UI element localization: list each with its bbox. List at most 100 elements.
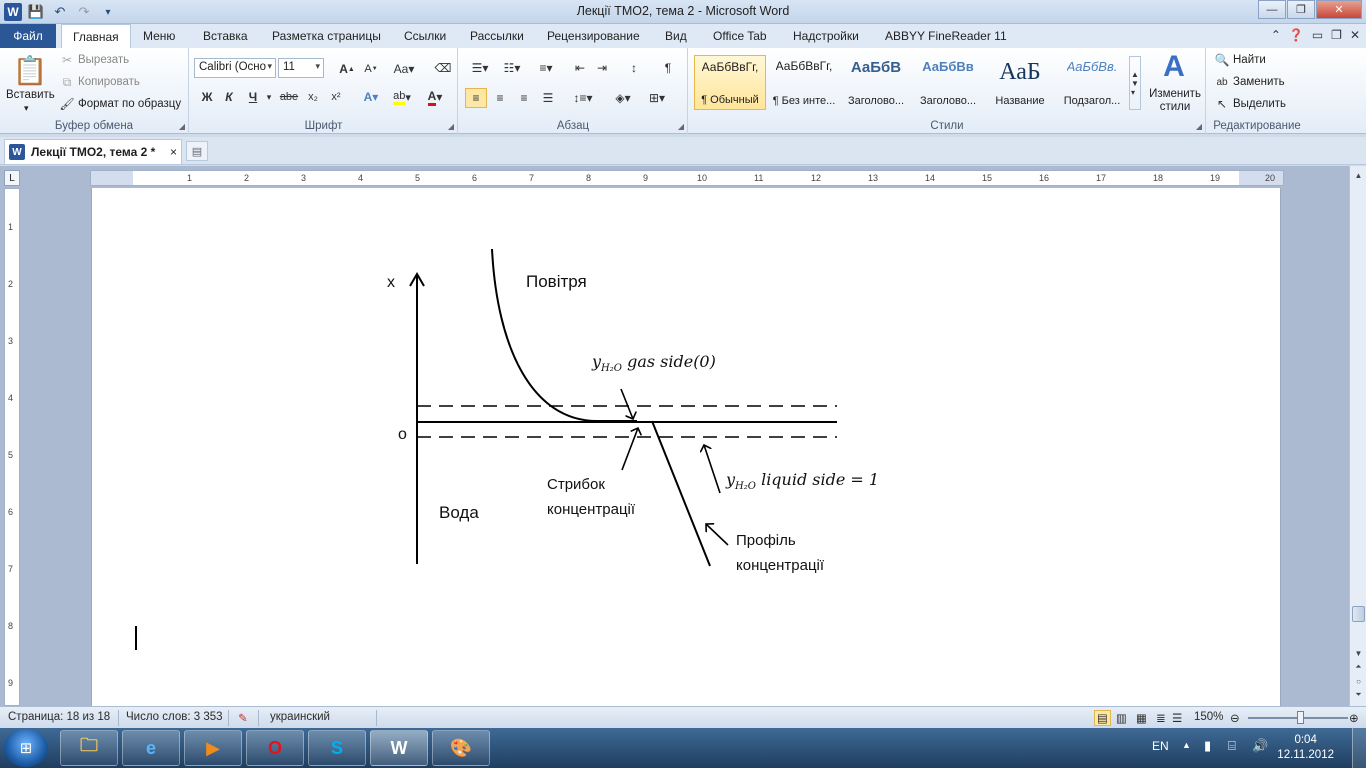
scroll-down-icon[interactable]: ▼ bbox=[1351, 646, 1366, 660]
find-button[interactable]: Найти bbox=[1233, 54, 1266, 66]
underline-dropdown-icon[interactable]: ▾ bbox=[264, 88, 274, 106]
tab-review[interactable]: Рецензирование bbox=[547, 24, 640, 48]
horizontal-ruler[interactable]: 1 2 3 4 5 6 7 8 9 10 11 12 13 14 15 16 1… bbox=[90, 170, 1284, 186]
paragraph-launcher-icon[interactable]: ◢ bbox=[678, 122, 684, 131]
paste-dropdown-icon[interactable]: ▾ bbox=[24, 103, 29, 114]
language-bar[interactable]: EN bbox=[1152, 739, 1169, 753]
spell-check-icon[interactable]: ✎ bbox=[238, 711, 248, 725]
tab-menu[interactable]: Меню bbox=[143, 24, 175, 48]
align-left-icon[interactable]: ≡ bbox=[465, 88, 487, 108]
tray-device-icon[interactable]: ▮ bbox=[1204, 738, 1211, 754]
highlight-icon[interactable]: ab ▾ bbox=[388, 88, 416, 106]
skype-icon[interactable]: S bbox=[308, 730, 366, 766]
bold-button[interactable]: Ж bbox=[198, 88, 216, 106]
paste-icon[interactable]: 📋 bbox=[13, 52, 48, 88]
grow-font-icon[interactable]: A ▲ bbox=[338, 60, 356, 78]
bullets-icon[interactable]: ☰▾ bbox=[467, 59, 493, 77]
tab-file[interactable]: Файл bbox=[0, 24, 56, 48]
justify-icon[interactable]: ☰ bbox=[537, 88, 559, 108]
align-center-icon[interactable]: ≡ bbox=[489, 88, 511, 108]
strikethrough-button[interactable]: abe bbox=[278, 88, 300, 106]
explorer-icon[interactable]: 🗀 bbox=[60, 730, 118, 766]
increase-indent-icon[interactable]: ⇥ bbox=[593, 59, 611, 77]
media-player-icon[interactable]: ▶ bbox=[184, 730, 242, 766]
minimize-button[interactable]: — bbox=[1258, 0, 1286, 19]
next-page-icon[interactable]: ⏷ bbox=[1351, 688, 1366, 702]
word-icon[interactable]: W bbox=[370, 730, 428, 766]
opera-icon[interactable]: O bbox=[246, 730, 304, 766]
language-indicator[interactable]: украинский bbox=[270, 711, 330, 723]
select-button[interactable]: Выделить bbox=[1233, 98, 1286, 110]
format-painter-button[interactable]: Формат по образцу bbox=[78, 98, 181, 110]
vertical-scrollbar[interactable]: ▲ ▼ ⏶ ○ ⏷ bbox=[1349, 166, 1366, 706]
tab-view[interactable]: Вид bbox=[665, 24, 687, 48]
prev-page-icon[interactable]: ⏶ bbox=[1351, 660, 1366, 674]
font-launcher-icon[interactable]: ◢ bbox=[448, 122, 454, 131]
zoom-slider-thumb[interactable] bbox=[1297, 711, 1304, 724]
replace-button[interactable]: Заменить bbox=[1233, 76, 1285, 88]
close-tab-icon[interactable]: × bbox=[170, 145, 177, 159]
change-case-icon[interactable]: Aa▾ bbox=[392, 60, 416, 78]
tab-selector-icon[interactable]: L bbox=[4, 170, 20, 186]
shading-icon[interactable]: ◈▾ bbox=[609, 88, 637, 108]
full-screen-reading-icon[interactable]: ▥ bbox=[1116, 711, 1127, 725]
help-icon[interactable]: ❓ bbox=[1289, 28, 1304, 42]
start-button[interactable]: ⊞ bbox=[4, 729, 48, 767]
font-name-combo[interactable]: Calibri (Осно bbox=[194, 58, 276, 78]
tab-office-tab[interactable]: Office Tab bbox=[713, 24, 767, 48]
minimize-ribbon-icon[interactable]: ⌃ bbox=[1271, 28, 1281, 42]
tab-addins[interactable]: Надстройки bbox=[793, 24, 859, 48]
doc-restore-icon[interactable]: ❐ bbox=[1331, 28, 1342, 42]
shrink-font-icon[interactable]: A ▼ bbox=[362, 60, 380, 78]
subscript-icon[interactable]: x₂ bbox=[304, 88, 322, 106]
maximize-button[interactable]: ❐ bbox=[1287, 0, 1315, 19]
zoom-out-icon[interactable]: ⊖ bbox=[1230, 711, 1240, 725]
scroll-thumb[interactable] bbox=[1352, 606, 1365, 622]
underline-button[interactable]: Ч bbox=[244, 88, 262, 106]
volume-icon[interactable]: 🔊 bbox=[1252, 738, 1268, 754]
outline-icon[interactable]: ≣ bbox=[1156, 711, 1166, 725]
tab-abbyy[interactable]: ABBYY FineReader 11 bbox=[885, 24, 1007, 48]
font-size-combo[interactable]: 11 bbox=[278, 58, 324, 78]
clock[interactable]: 0:04 12.11.2012 bbox=[1277, 733, 1334, 763]
ie-icon[interactable]: e bbox=[122, 730, 180, 766]
clipboard-launcher-icon[interactable]: ◢ bbox=[179, 122, 185, 131]
browse-object-icon[interactable]: ○ bbox=[1351, 674, 1366, 688]
decrease-indent-icon[interactable]: ⇤ bbox=[571, 59, 589, 77]
close-window-button[interactable]: ✕ bbox=[1316, 0, 1362, 19]
doc-minimize-icon[interactable]: ▭ bbox=[1312, 28, 1323, 42]
clear-format-icon[interactable]: ⌫ bbox=[434, 59, 452, 77]
font-color-icon[interactable]: A ▾ bbox=[422, 88, 448, 106]
show-desktop-button[interactable] bbox=[1352, 728, 1366, 768]
network-icon[interactable]: ⌸ bbox=[1228, 738, 1236, 754]
text-effects-icon[interactable]: A▾ bbox=[358, 88, 384, 106]
line-spacing-icon[interactable]: ↕≡▾ bbox=[569, 88, 597, 108]
tab-mailings[interactable]: Рассылки bbox=[470, 24, 524, 48]
new-tab-icon[interactable]: ▤ bbox=[186, 141, 208, 161]
zoom-level[interactable]: 150% bbox=[1194, 711, 1223, 723]
scroll-up-icon[interactable]: ▲ bbox=[1351, 168, 1366, 182]
align-right-icon[interactable]: ≡ bbox=[513, 88, 535, 108]
styles-launcher-icon[interactable]: ◢ bbox=[1196, 122, 1202, 131]
change-styles-button[interactable]: Изменить стили bbox=[1147, 88, 1203, 114]
print-layout-icon[interactable]: ▤ bbox=[1094, 710, 1111, 726]
borders-icon[interactable]: ⊞▾ bbox=[643, 88, 671, 108]
tab-insert[interactable]: Вставка bbox=[203, 24, 248, 48]
style-heading-1[interactable]: АаБбВ Заголово... bbox=[840, 55, 912, 110]
document-tab[interactable]: W Лекції ТМО2, тема 2 * × bbox=[4, 139, 182, 164]
change-styles-icon[interactable]: A bbox=[1157, 50, 1191, 84]
doc-close-icon[interactable]: ✕ bbox=[1350, 28, 1360, 42]
style-title[interactable]: АаБ Название bbox=[984, 55, 1056, 110]
vertical-ruler[interactable]: 1 2 3 4 5 6 7 8 9 bbox=[4, 188, 20, 706]
styles-scroll-icon[interactable]: ▲ ▼ ▾ bbox=[1129, 56, 1141, 110]
show-marks-icon[interactable]: ¶ bbox=[659, 59, 677, 77]
word-count[interactable]: Число слов: 3 353 bbox=[126, 711, 223, 723]
cut-button[interactable]: Вырезать bbox=[78, 54, 129, 66]
draft-icon[interactable]: ☰ bbox=[1172, 711, 1182, 725]
sort-icon[interactable]: ↕ bbox=[625, 59, 643, 77]
tab-page-layout[interactable]: Разметка страницы bbox=[272, 24, 381, 48]
tab-home[interactable]: Главная bbox=[61, 24, 131, 48]
superscript-icon[interactable]: x² bbox=[327, 88, 345, 106]
web-layout-icon[interactable]: ▦ bbox=[1136, 711, 1147, 725]
paint-icon[interactable]: 🎨 bbox=[432, 730, 490, 766]
